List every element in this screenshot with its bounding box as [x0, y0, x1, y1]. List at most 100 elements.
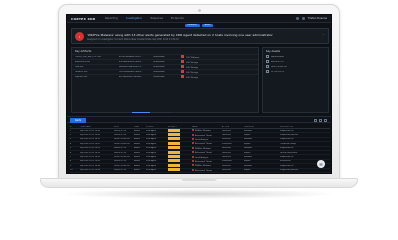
header-cell[interactable]: # — [70, 126, 80, 128]
alert-name: Behavioral Threat — [192, 133, 222, 137]
checkbox[interactable] — [266, 60, 269, 63]
checkbox[interactable] — [266, 70, 269, 73]
top-nav: CORTEX XDR Reporting Investigation Respo… — [67, 15, 331, 23]
table-cell: Lateral movement — [280, 151, 298, 154]
table-cell: Malware — [244, 156, 252, 159]
status-dot-icon — [192, 129, 194, 132]
laptop-lid: CORTEX XDR Reporting Investigation Respo… — [58, 4, 340, 180]
tab-investigation[interactable]: Investigation — [126, 17, 143, 20]
asset-item[interactable]: 10.196.18.23 — [263, 69, 328, 74]
table-cell: WIN10-PC-01 — [114, 169, 127, 172]
checkbox[interactable] — [266, 55, 269, 58]
table-cell: Detected — [222, 164, 231, 167]
artifact-name: explorer.exe — [75, 76, 88, 78]
header-cell[interactable]: USER — [134, 126, 146, 128]
table-cell: Prevented — [222, 142, 232, 145]
help-icon[interactable] — [301, 17, 305, 20]
laptop-shadow — [60, 189, 338, 199]
table-cell: XDR Agent — [146, 138, 157, 141]
artifact-hash: f1e2d3c4b5a69788e9... — [119, 71, 143, 73]
alert-name: Behavioral Threat — [192, 142, 222, 145]
download-icon[interactable] — [324, 119, 327, 122]
table-cell: admin — [134, 134, 140, 137]
severity-bar — [168, 141, 180, 145]
header-cell[interactable]: TIMESTAMP — [80, 126, 114, 128]
header-cell[interactable]: ACTION — [222, 126, 244, 128]
alert-name: Local Analysis — [192, 137, 222, 141]
table-cell: admin — [134, 169, 140, 172]
table-cell: WIN10-PC-01 — [114, 160, 127, 163]
table-cell: XDR Agent — [146, 142, 157, 145]
incident-banner: ! 'WildFire Malware' along with 13 other… — [71, 28, 329, 44]
table-cell: Suspicious file — [280, 156, 294, 159]
table-cell: Persistence — [280, 160, 291, 163]
table-cell: XDR Agent — [146, 151, 157, 154]
checkbox[interactable] — [266, 65, 269, 68]
table-cell: Sep 26th 2019 14:31 — [80, 142, 100, 145]
table-cell: Sep 26th 2019 14:33 — [80, 156, 100, 159]
header-cell[interactable]: SOURCE — [146, 126, 168, 128]
toolbar-icons — [314, 119, 327, 122]
table-cell: XDR Agent — [146, 169, 157, 172]
table-cell: Sep 26th 2019 14:31 — [80, 138, 100, 141]
artifact-verdict: 0/67 Benign — [181, 75, 217, 79]
header-cell[interactable]: NAME — [192, 126, 222, 128]
filter-icon[interactable] — [314, 119, 317, 122]
asset-label: 10.196.18.23 — [270, 70, 284, 73]
columns-icon[interactable] — [319, 119, 322, 122]
severity-bar — [168, 133, 180, 137]
artifact-name: rundll32.exe — [75, 71, 88, 73]
table-cell: Sep 26th 2019 14:30 — [80, 134, 100, 137]
nav-right: Tristan Duenas — [295, 17, 327, 20]
artifact-signature: Unavailable — [153, 61, 165, 63]
header-cell[interactable]: SEVERITY — [168, 126, 192, 128]
table-cell: XDR Agent — [146, 156, 157, 159]
artifact-verdict: 1/67 Malware — [181, 55, 217, 59]
table-cell: Sep 26th 2019 14:30 — [80, 129, 100, 132]
bell-icon[interactable] — [295, 17, 299, 20]
asset-label: DESKTOP-4G7H2 — [270, 65, 288, 68]
alerts-button[interactable]: Alerts — [70, 118, 86, 123]
table-cell: Suspicious file — [280, 164, 294, 167]
artifact-name: Cortex_XDR_RAT_POC.exe — [75, 56, 102, 58]
laptop-notch — [181, 178, 217, 181]
severity-badge — [168, 168, 192, 172]
pill-incidents[interactable]: Incidents — [184, 24, 200, 27]
artifact-signature: Unavailable — [153, 66, 165, 68]
header-cell[interactable]: HOST — [114, 126, 134, 128]
table-cell: WIN10-PC-01 — [114, 151, 127, 154]
table-cell: DESKTOP-4G7H2 — [114, 138, 130, 141]
chat-icon[interactable]: ✉ — [317, 160, 325, 168]
table-cell: Malware — [244, 164, 252, 167]
tab-reporting[interactable]: Reporting — [105, 17, 118, 20]
tab-endpoints[interactable]: Endpoints — [171, 17, 184, 20]
table-cell: admin — [134, 164, 140, 167]
incident-title: 'WildFire Malware' along with 13 other a… — [87, 33, 273, 37]
severity-badge — [168, 150, 192, 155]
table-cell: Detected — [222, 147, 231, 150]
status-dot-icon — [192, 168, 194, 171]
pill-alerts[interactable]: Alerts — [201, 24, 214, 27]
alert-name: Behavioral Threat — [192, 151, 222, 154]
artifact-row[interactable]: explorer.exe d2c3b4a5f6e7d8c9b0... Unava… — [72, 74, 258, 79]
severity-bar — [168, 163, 180, 167]
header-cell[interactable]: CATEGORY — [244, 126, 280, 128]
artifact-name: cmd.exe — [75, 66, 84, 68]
artifact-hash: d2c3b4a5f6e7d8c9b0... — [119, 76, 143, 78]
severity-bar — [168, 146, 180, 150]
user-name[interactable]: Tristan Duenas — [308, 17, 327, 20]
table-cell: Detected — [222, 151, 231, 154]
table-cell: XDR Agent — [146, 160, 157, 163]
key-assets-panel: Key Assets administrator WIN10-PC-01 DES… — [262, 47, 329, 113]
table-cell: DESKTOP-4G7H2 — [114, 142, 130, 145]
table-cell: Malware — [244, 129, 252, 132]
severity-bar — [168, 150, 180, 154]
severity-badge — [168, 146, 192, 150]
header-cell[interactable]: DESCRIPTION — [280, 126, 310, 128]
table-cell: Prevented — [222, 160, 232, 163]
more-icon[interactable]: ⋯ — [322, 32, 325, 36]
table-row[interactable]: 10 Sep 26th 2019 14:34 WIN10-PC-01 admin XDR… — [70, 168, 330, 173]
tab-response[interactable]: Response — [150, 17, 162, 20]
table-body: 1 Sep 26th 2019 14:30 WIN10-PC-01 admin XDR … — [70, 128, 330, 173]
table-cell: DESKTOP-4G7H2 — [114, 156, 130, 159]
